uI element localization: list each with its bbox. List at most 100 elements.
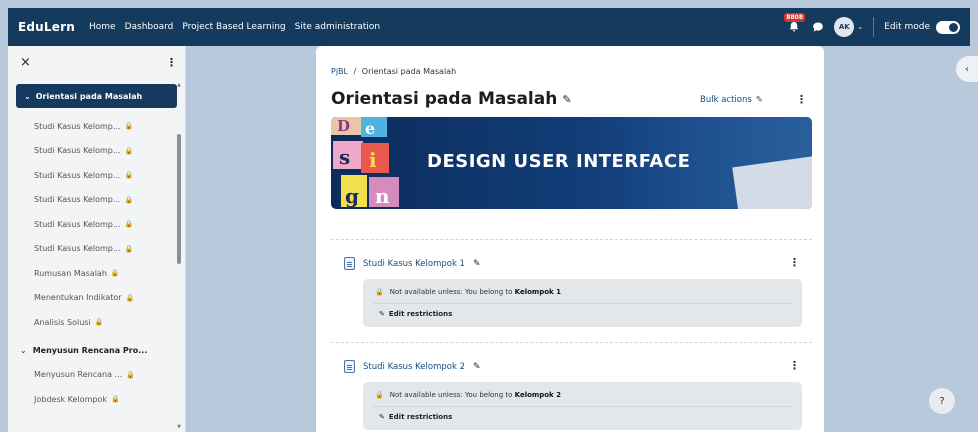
page-icon <box>344 360 355 373</box>
drawer-item[interactable]: Rumusan Masalah 🔒 <box>8 261 185 286</box>
edit-mode-toggle[interactable] <box>936 20 960 34</box>
pencil-icon: ✎ <box>379 310 385 318</box>
nav-project-based-learning[interactable]: Project Based Learning <box>182 22 285 32</box>
notification-button[interactable]: 8808 <box>784 13 805 35</box>
restriction-prefix: Not available unless: You belong to <box>389 288 513 296</box>
edit-restrictions-link[interactable]: ✎ Edit restrictions <box>379 310 452 318</box>
drawer-item[interactable]: Studi Kasus Kelomp... 🔒 <box>8 163 185 188</box>
activity-title[interactable]: Studi Kasus Kelompok 2 <box>363 362 465 372</box>
edit-title-icon[interactable]: ✎ <box>562 93 571 106</box>
chevron-left-icon: ‹ <box>965 63 969 75</box>
section-menyusun-rencana[interactable]: ⌄ Menyusun Rencana Pro... <box>8 339 185 363</box>
lock-icon: 🔒 <box>124 146 134 155</box>
restriction-group: Kelompok 2 <box>514 391 562 399</box>
nav-dashboard[interactable]: Dashboard <box>125 22 174 32</box>
drawer-item-label: Studi Kasus Kelomp... <box>34 146 121 156</box>
lock-icon: 🔒 <box>126 370 135 379</box>
svg-text:s: s <box>339 145 350 169</box>
lock-icon: 🔒 <box>375 288 384 296</box>
drawer-item-label: Rumusan Masalah <box>34 268 107 278</box>
drawer-menu-icon[interactable]: ⋮ <box>166 56 177 69</box>
scroll-up-arrow[interactable]: ▲ <box>177 82 181 88</box>
top-navbar: EduLern Home Dashboard Project Based Lea… <box>8 8 970 46</box>
drawer-scrollbar[interactable] <box>177 134 181 264</box>
lock-icon: 🔒 <box>124 122 134 131</box>
drawer-item[interactable]: Studi Kasus Kelomp... 🔒 <box>8 139 185 164</box>
drawer-item[interactable]: Menyusun Rencana ... 🔒 <box>8 363 185 388</box>
activity-menu-icon[interactable]: ⋮ <box>789 359 800 372</box>
edit-mode-switch[interactable]: Edit mode <box>884 20 960 34</box>
drawer-header: × ⋮ <box>8 46 185 78</box>
section-divider <box>331 342 812 343</box>
drawer-item[interactable]: Studi Kasus Kelomp... 🔒 <box>8 212 185 237</box>
course-index-drawer: × ⋮ ▲ ⌄ Orientasi pada Masalah Studi Kas… <box>8 46 186 432</box>
restriction-prefix: Not available unless: You belong to <box>389 391 513 399</box>
drawer-item[interactable]: Menentukan Indikator 🔒 <box>8 286 185 311</box>
edit-restrictions-link[interactable]: ✎ Edit restrictions <box>379 413 452 421</box>
activity-menu-icon[interactable]: ⋮ <box>789 256 800 269</box>
lock-icon: 🔒 <box>125 293 135 302</box>
bulk-actions-button[interactable]: Bulk actions ✎ <box>700 95 763 105</box>
drawer-item-label: Studi Kasus Kelomp... <box>34 121 121 131</box>
pencil-icon: ✎ <box>755 95 763 105</box>
brand-logo[interactable]: EduLern <box>18 20 75 34</box>
drawer-item[interactable]: Jobdesk Kelompok 🔒 <box>8 387 185 412</box>
breadcrumb-root[interactable]: PjBL <box>331 67 348 76</box>
edit-restrictions-label: Edit restrictions <box>388 413 453 421</box>
drawer-item-label: Analisis Solusi <box>34 317 91 327</box>
notification-badge: 8808 <box>784 13 805 22</box>
section-menu-icon[interactable]: ⋮ <box>796 93 807 106</box>
lock-icon: 🔒 <box>124 244 134 253</box>
open-block-drawer-button[interactable]: ‹ <box>956 56 978 82</box>
main-content-card: PjBL / Orientasi pada Masalah Orientasi … <box>316 46 824 432</box>
activity-studi-kasus-2[interactable]: Studi Kasus Kelompok 2 ✎ <box>344 360 481 373</box>
edit-mode-label: Edit mode <box>884 22 930 32</box>
avatar: AK <box>834 17 855 37</box>
restriction-divider <box>373 406 792 407</box>
edit-pencil-icon[interactable]: ✎ <box>473 259 481 269</box>
drawer-item-label: Studi Kasus Kelomp... <box>34 244 121 254</box>
activity-studi-kasus-1[interactable]: Studi Kasus Kelompok 1 ✎ <box>344 257 481 270</box>
section-title: Menyusun Rencana Pro... <box>32 346 148 355</box>
svg-text:D: D <box>337 117 350 135</box>
lock-icon: 🔒 <box>94 318 104 327</box>
bell-icon <box>790 22 799 32</box>
activity-title[interactable]: Studi Kasus Kelompok 1 <box>363 259 465 269</box>
drawer-item-label: Studi Kasus Kelomp... <box>34 219 121 229</box>
page-title-text: Orientasi pada Masalah <box>331 89 558 109</box>
section-orientasi-pada-masalah[interactable]: ⌄ Orientasi pada Masalah <box>16 84 177 108</box>
chevron-down-icon: ⌄ <box>20 346 27 355</box>
restriction-box: 🔒 Not available unless: You belong to Ke… <box>363 382 802 430</box>
edit-pencil-icon[interactable]: ✎ <box>473 362 481 372</box>
page-icon <box>344 257 355 270</box>
drawer-item-label: Studi Kasus Kelomp... <box>34 195 121 205</box>
drawer-item-label: Studi Kasus Kelomp... <box>34 170 121 180</box>
section-banner-image: D e s i g n DESIGN USER INTERFACE <box>331 117 812 209</box>
chevron-down-icon: ⌄ <box>857 23 864 31</box>
torn-paper-decoration <box>732 155 812 209</box>
scroll-down-arrow[interactable]: ▼ <box>177 424 181 430</box>
chat-icon[interactable] <box>812 21 824 33</box>
user-menu[interactable]: AK ⌄ <box>834 17 863 37</box>
section-title: Orientasi pada Masalah <box>35 91 143 101</box>
lock-icon: 🔒 <box>124 220 134 229</box>
breadcrumb: PjBL / Orientasi pada Masalah <box>331 67 456 76</box>
drawer-item[interactable]: Studi Kasus Kelomp... 🔒 <box>8 114 185 139</box>
close-drawer-icon[interactable]: × <box>20 55 31 70</box>
help-button[interactable]: ? <box>929 388 955 414</box>
nav-home[interactable]: Home <box>89 22 116 32</box>
breadcrumb-separator: / <box>353 67 357 76</box>
breadcrumb-current: Orientasi pada Masalah <box>361 67 457 76</box>
lock-icon: 🔒 <box>124 195 134 204</box>
drawer-item[interactable]: Studi Kasus Kelomp... 🔒 <box>8 237 185 262</box>
drawer-item[interactable]: Analisis Solusi 🔒 <box>8 310 185 335</box>
restriction-text: 🔒 Not available unless: You belong to Ke… <box>375 288 561 296</box>
drawer-item-label: Jobdesk Kelompok <box>34 394 107 404</box>
nav-site-administration[interactable]: Site administration <box>295 22 381 32</box>
restriction-box: 🔒 Not available unless: You belong to Ke… <box>363 279 802 327</box>
drawer-item[interactable]: Studi Kasus Kelomp... 🔒 <box>8 188 185 213</box>
svg-text:e: e <box>365 119 375 138</box>
restriction-text: 🔒 Not available unless: You belong to Ke… <box>375 391 561 399</box>
restriction-divider <box>373 303 792 304</box>
svg-text:g: g <box>345 184 359 208</box>
